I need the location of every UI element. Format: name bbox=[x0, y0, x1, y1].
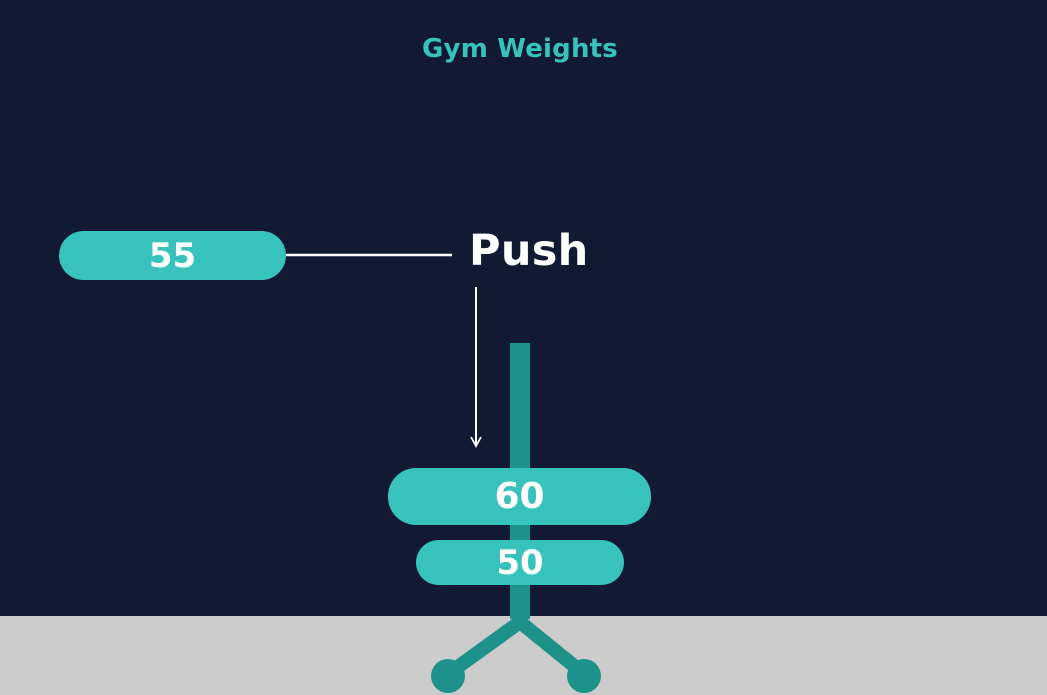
incoming-plate: 55 bbox=[59, 231, 286, 280]
stack-plate-bottom-value: 50 bbox=[496, 542, 544, 583]
gym-weights-stack-diagram: Gym Weights 55 Push 60 50 bbox=[0, 0, 1047, 695]
rack-right-foot bbox=[567, 659, 601, 693]
stack-plate-top-value: 60 bbox=[494, 476, 545, 517]
rack-left-foot bbox=[431, 659, 465, 693]
incoming-plate-value: 55 bbox=[148, 235, 197, 276]
push-label: Push bbox=[469, 226, 589, 276]
stack-plate-bottom: 50 bbox=[416, 540, 624, 585]
diagram-title: Gym Weights bbox=[422, 34, 618, 64]
stack-plate-top: 60 bbox=[388, 468, 651, 525]
diagram-graphics bbox=[286, 253, 601, 693]
